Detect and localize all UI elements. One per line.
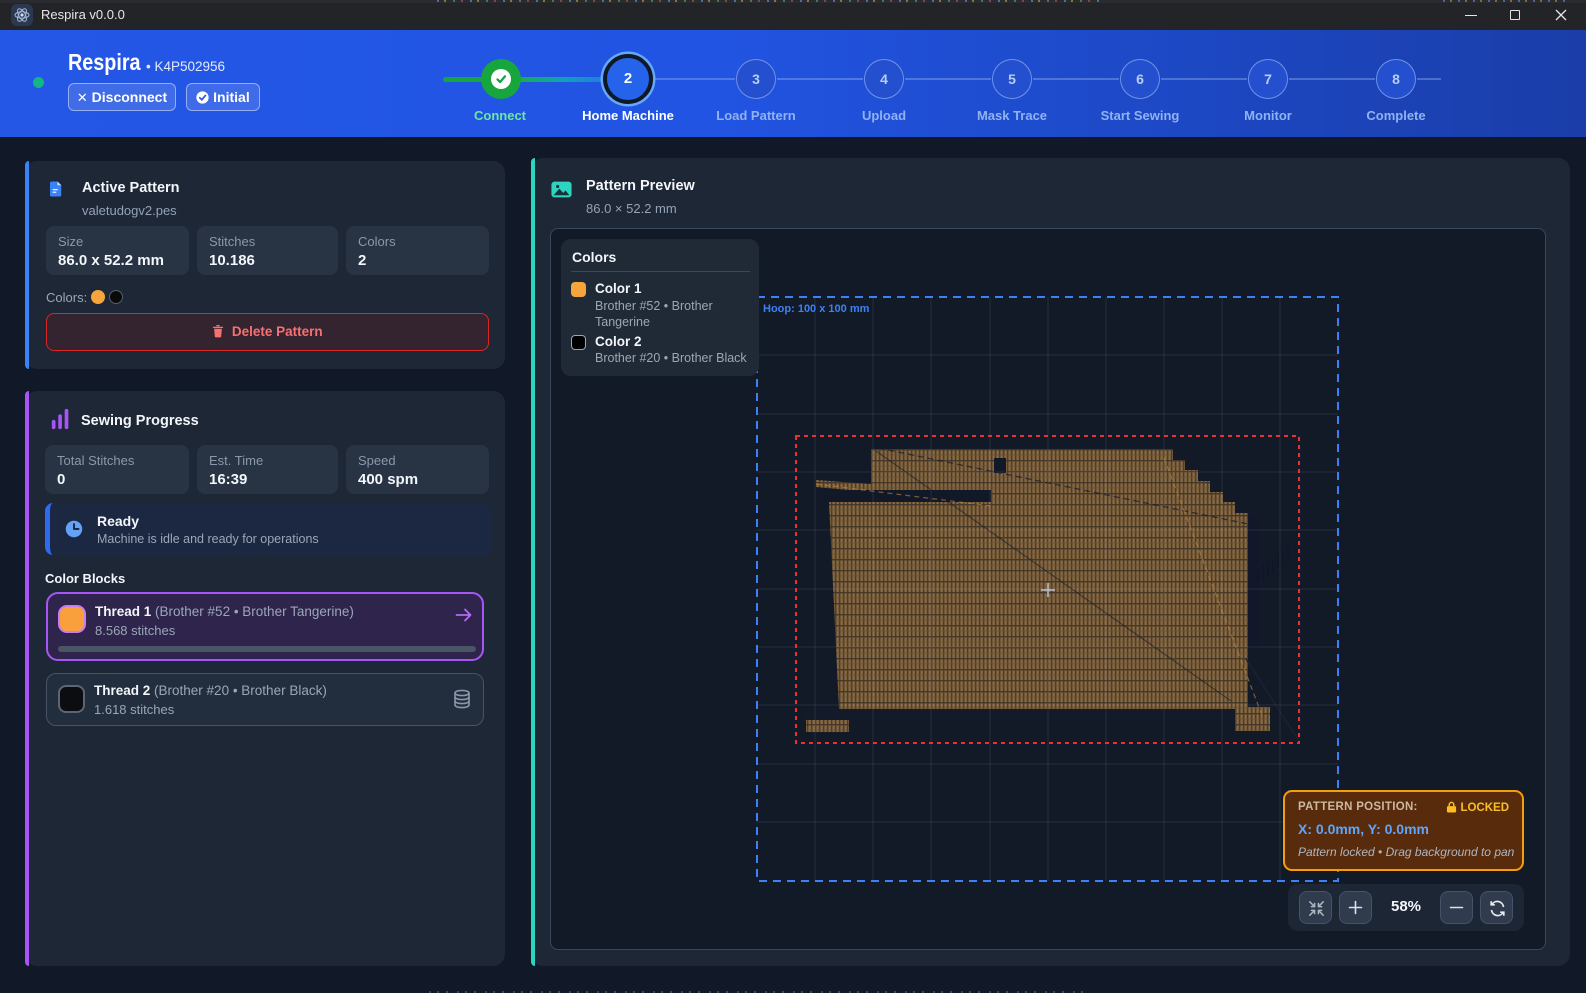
svg-text:Hoop: 100 x 100 mm: Hoop: 100 x 100 mm [763, 303, 870, 315]
